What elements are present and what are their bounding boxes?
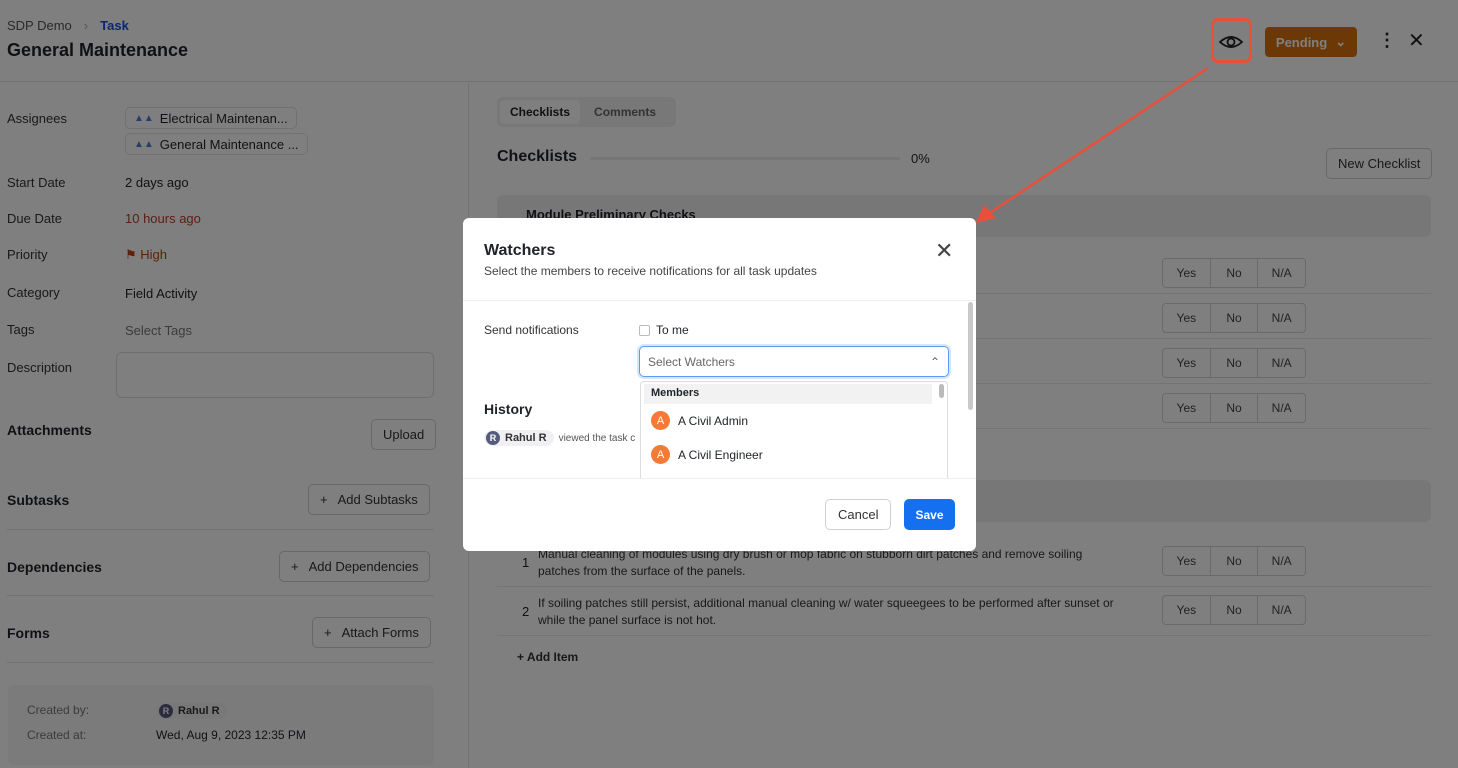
member-option[interactable]: A A Civil Engineer (651, 445, 763, 464)
save-button[interactable]: Save (904, 499, 955, 530)
user-name: Rahul R (505, 432, 547, 444)
avatar: R (486, 431, 500, 445)
close-icon[interactable]: ✕ (935, 238, 953, 264)
members-group-header: Members (644, 384, 932, 404)
modal-subtitle: Select the members to receive notificati… (484, 264, 817, 278)
select-placeholder: Select Watchers (648, 354, 735, 369)
watchers-options-list: Members A A Civil Admin A A Civil Engineer (640, 381, 948, 478)
history-text: viewed the task c (558, 432, 636, 444)
member-name: A Civil Engineer (678, 447, 763, 462)
history-entry: R Rahul R viewed the task c (484, 430, 635, 446)
avatar: A (651, 445, 670, 464)
avatar: A (651, 411, 670, 430)
scrollbar[interactable] (939, 384, 944, 398)
watchers-modal: Watchers Select the members to receive n… (463, 218, 976, 551)
to-me-checkbox[interactable] (639, 325, 650, 336)
divider (463, 300, 976, 301)
modal-title: Watchers (484, 242, 556, 259)
cancel-button[interactable]: Cancel (825, 499, 892, 530)
chevron-up-icon: ⌃ (929, 354, 940, 369)
scrollbar[interactable] (968, 302, 973, 410)
send-notifications-label: Send notifications (484, 323, 579, 337)
member-option[interactable]: A A Civil Admin (651, 411, 748, 430)
to-me-label: To me (656, 323, 689, 337)
member-name: A Civil Admin (678, 413, 749, 428)
divider (463, 478, 976, 479)
select-watchers-dropdown[interactable]: Select Watchers ⌃ (639, 346, 949, 377)
history-heading: History (484, 401, 533, 417)
